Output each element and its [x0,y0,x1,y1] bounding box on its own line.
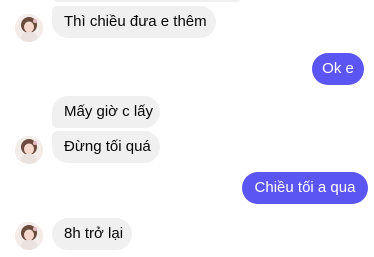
clipped-bubble-edge [52,0,242,2]
chat-thread: Thì chiều đưa e thêm Ok e Mấy giờ c lấy … [0,0,374,257]
message-bubble-outgoing[interactable]: Ok e [312,53,364,85]
avatar-image-icon [15,136,43,164]
message-bubble-incoming[interactable]: Đừng tối quá [52,131,160,163]
message-text: Thì chiều đưa e thêm [64,13,207,30]
message-text: Chiều tối a qua [254,179,356,196]
avatar-image-icon [15,14,43,42]
message-text: Ok e [322,60,354,77]
contact-avatar[interactable] [15,14,43,42]
message-bubble-incoming[interactable]: 8h trở lại [52,218,132,250]
contact-avatar[interactable] [15,136,43,164]
contact-avatar[interactable] [15,222,43,250]
message-text: 8h trở lại [64,225,124,242]
message-bubble-outgoing[interactable]: Chiều tối a qua [242,172,368,204]
message-text: Mấy giờ c lấy [64,103,154,120]
avatar-image-icon [15,222,43,250]
message-text: Đừng tối quá [64,138,151,155]
message-bubble-incoming[interactable]: Thì chiều đưa e thêm [52,6,216,38]
message-bubble-incoming[interactable]: Mấy giờ c lấy [52,96,160,128]
